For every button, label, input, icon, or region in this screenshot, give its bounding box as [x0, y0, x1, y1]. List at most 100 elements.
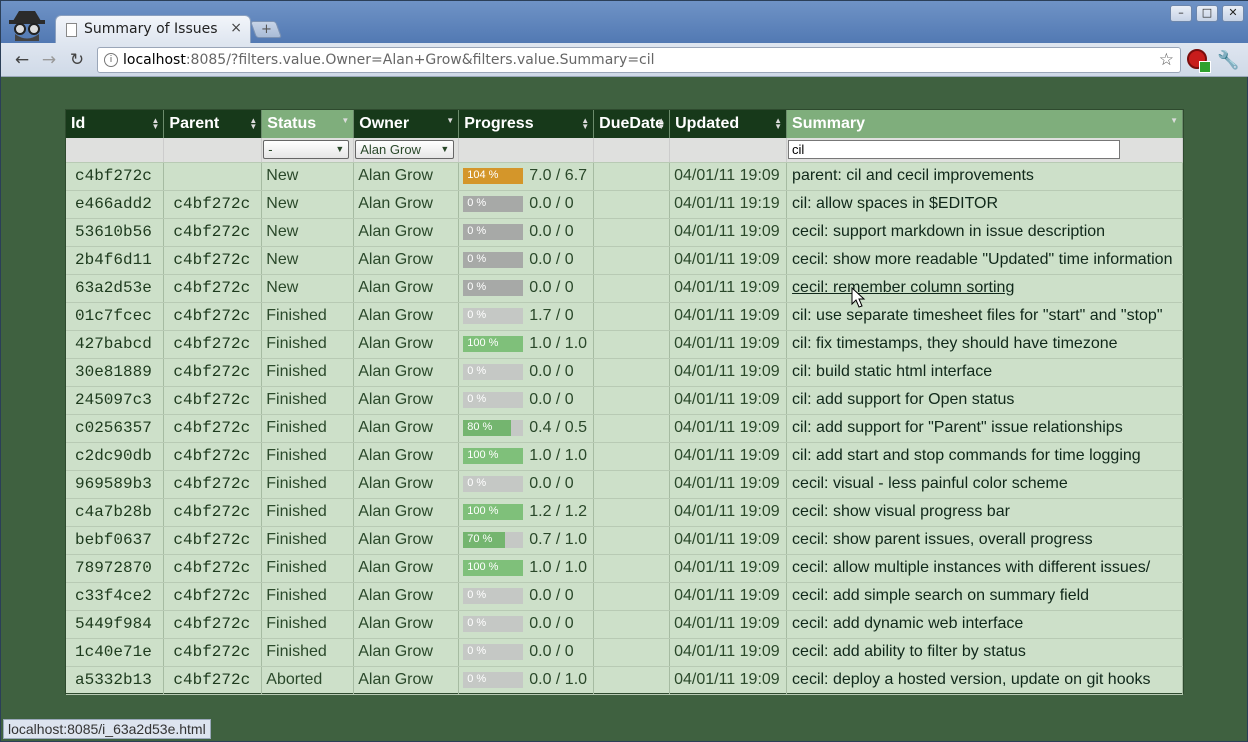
duedate-cell [593, 162, 671, 191]
summary-cell[interactable]: cecil: show visual progress bar [786, 498, 1183, 527]
parent-id: c4bf272c [163, 666, 263, 695]
table-row[interactable]: a5332b13 c4bf272c Aborted Alan Grow 0 % 0.0 /… [66, 666, 1183, 695]
column-header-id[interactable]: Id ▲ ▼ [66, 110, 165, 138]
table-row[interactable]: 78972870 c4bf272c Finished Alan Grow 100 % 1.… [66, 554, 1183, 583]
owner-filter-select[interactable]: Alan Grow ▼ [355, 140, 455, 160]
table-row[interactable]: 53610b56 c4bf272c New Alan Grow 0 % 0.0 / 0 04… [66, 218, 1183, 247]
table-row[interactable]: bebf0637 c4bf272c Finished Alan Grow 70 % 0.7… [66, 526, 1183, 555]
column-header-parent[interactable]: Parent ▲ ▼ [163, 110, 263, 138]
summary-cell[interactable]: cecil: show more readable "Updated" time… [786, 246, 1183, 275]
table-row[interactable]: c4bf272c New Alan Grow 104 % 7.0 / 6.7 04/01/… [66, 162, 1183, 191]
table-row[interactable]: e466add2 c4bf272c New Alan Grow 0 % 0.0 / 0 04… [66, 190, 1183, 219]
status-cell: Finished [261, 582, 355, 611]
table-row[interactable]: 245097c3 c4bf272c Finished Alan Grow 0 % 0.0 … [66, 386, 1183, 415]
summary-cell[interactable]: cecil: remember column sorting [786, 274, 1183, 303]
table-row[interactable]: 427babcd c4bf272c Finished Alan Grow 100 % 1.… [66, 330, 1183, 359]
table-row[interactable]: 63a2d53e c4bf272c New Alan Grow 0 % 0.0 / 0 04… [66, 274, 1183, 303]
summary-cell[interactable]: cil: fix timestamps, they should have ti… [786, 330, 1183, 359]
duedate-cell [593, 610, 671, 639]
owner-cell: Alan Grow [353, 666, 460, 695]
back-arrow-icon[interactable]: ← [11, 49, 33, 71]
updated-cell: 04/01/11 19:09 [669, 302, 788, 331]
progress-percent: 0 % [467, 672, 487, 685]
duedate-cell [593, 218, 671, 247]
table-row[interactable]: 1c40e71e c4bf272c Finished Alan Grow 0 % 0.0 … [66, 638, 1183, 667]
reload-icon[interactable]: ↻ [66, 49, 88, 71]
summary-cell[interactable]: cecil: visual - less painful color schem… [786, 470, 1183, 499]
owner-cell: Alan Grow [353, 274, 460, 303]
column-header-owner[interactable]: Owner ▼ [353, 110, 460, 138]
status-cell: Finished [261, 638, 355, 667]
progress-value: 0.7 / 1.0 [529, 530, 588, 548]
close-window-button[interactable]: ✕ [1222, 5, 1244, 22]
status-filter-select[interactable]: - ▼ [263, 140, 350, 160]
summary-cell[interactable]: cecil: deploy a hosted version, update o… [786, 666, 1183, 695]
issue-id: 53610b56 [66, 218, 165, 247]
table-row[interactable]: 5449f984 c4bf272c Finished Alan Grow 0 % 0.0 … [66, 610, 1183, 639]
updated-cell: 04/01/11 19:09 [669, 218, 788, 247]
minimize-button[interactable]: – [1170, 5, 1192, 22]
progress-percent: 0 % [467, 392, 487, 405]
updated-cell: 04/01/11 19:09 [669, 610, 788, 639]
progress-bar: 100 % [463, 335, 524, 352]
summary-filter-input[interactable] [788, 140, 1121, 160]
tab-close-icon[interactable]: × [230, 20, 242, 36]
owner-cell: Alan Grow [353, 470, 460, 499]
summary-cell[interactable]: cecil: allow multiple instances with dif… [786, 554, 1183, 583]
summary-cell[interactable]: cil: add support for Open status [786, 386, 1183, 415]
parent-id: c4bf272c [163, 330, 263, 359]
summary-cell[interactable]: cil: add start and stop commands for tim… [786, 442, 1183, 471]
star-icon[interactable]: ☆ [1159, 50, 1174, 70]
progress-value: 0.4 / 0.5 [529, 418, 588, 436]
progress-percent: 100 % [467, 504, 499, 517]
sort-icon: ▲ ▼ [151, 116, 160, 131]
url-text[interactable]: localhost:8085/?filters.value.Owner=Alan… [123, 52, 655, 68]
progress-percent: 0 % [467, 616, 487, 629]
progress-percent: 100 % [467, 448, 499, 461]
summary-cell[interactable]: cil: build static html interface [786, 358, 1183, 387]
column-header-summary[interactable]: Summary ▼ [786, 110, 1183, 138]
table-row[interactable]: 969589b3 c4bf272c Finished Alan Grow 0 % 0.0 … [66, 470, 1183, 499]
issues-table-container: Id ▲ ▼ Parent ▲ ▼ Status ▼ Owner ▼ Progress ▲ ▼ … [65, 109, 1184, 695]
address-bar[interactable]: i localhost:8085/?filters.value.Owner=Al… [97, 47, 1181, 73]
progress-cell: 70 % 0.7 / 1.0 [458, 526, 595, 555]
table-row[interactable]: c4a7b28b c4bf272c Finished Alan Grow 100 % 1.… [66, 498, 1183, 527]
tab-summary-of-issues[interactable]: Summary of Issues × [55, 15, 251, 43]
issue-id: 63a2d53e [66, 274, 165, 303]
summary-cell[interactable]: cil: use separate timesheet files for "s… [786, 302, 1183, 331]
column-header-status[interactable]: Status ▼ [261, 110, 355, 138]
summary-cell[interactable]: parent: cil and cecil improvements [786, 162, 1183, 191]
summary-cell[interactable]: cecil: show parent issues, overall progr… [786, 526, 1183, 555]
column-header-updated[interactable]: Updated ▲ ▼ [669, 110, 788, 138]
table-row[interactable]: 30e81889 c4bf272c Finished Alan Grow 0 % 0.0 … [66, 358, 1183, 387]
table-row[interactable]: c2dc90db c4bf272c Finished Alan Grow 100 % 1.… [66, 442, 1183, 471]
tab-title: Summary of Issues [84, 21, 218, 37]
table-row[interactable]: 2b4f6d11 c4bf272c New Alan Grow 0 % 0.0 / 0 04… [66, 246, 1183, 275]
summary-cell[interactable]: cecil: add simple search on summary fiel… [786, 582, 1183, 611]
summary-cell[interactable]: cecil: add dynamic web interface [786, 610, 1183, 639]
table-row[interactable]: c0256357 c4bf272c Finished Alan Grow 80 % 0.4… [66, 414, 1183, 443]
updated-cell: 04/01/11 19:09 [669, 162, 788, 191]
duedate-cell [593, 246, 671, 275]
summary-cell[interactable]: cecil: support markdown in issue descrip… [786, 218, 1183, 247]
progress-value: 0.0 / 0 [529, 642, 574, 660]
summary-cell[interactable]: cil: allow spaces in $EDITOR [786, 190, 1183, 219]
summary-cell[interactable]: cecil: add ability to filter by status [786, 638, 1183, 667]
page-info-icon[interactable]: i [104, 53, 118, 67]
column-header-duedate[interactable]: DueDate ▲ ▼ [593, 110, 671, 138]
progress-cell: 0 % 0.0 / 0 [458, 386, 595, 415]
extension-icon[interactable] [1187, 49, 1211, 73]
new-tab-button[interactable]: + [249, 21, 283, 38]
updated-cell: 04/01/11 19:09 [669, 386, 788, 415]
maximize-button[interactable]: □ [1196, 5, 1218, 22]
owner-cell: Alan Grow [353, 386, 460, 415]
forward-arrow-icon[interactable]: → [38, 49, 60, 71]
status-cell: Finished [261, 386, 355, 415]
summary-cell[interactable]: cil: add support for "Parent" issue rela… [786, 414, 1183, 443]
wrench-icon[interactable]: 🔧 [1217, 50, 1239, 71]
table-row[interactable]: 01c7fcec c4bf272c Finished Alan Grow 0 % 1.7 … [66, 302, 1183, 331]
parent-id: c4bf272c [163, 442, 263, 471]
duedate-cell [593, 302, 671, 331]
table-row[interactable]: c33f4ce2 c4bf272c Finished Alan Grow 0 % 0.0 … [66, 582, 1183, 611]
column-header-progress[interactable]: Progress ▲ ▼ [458, 110, 595, 138]
